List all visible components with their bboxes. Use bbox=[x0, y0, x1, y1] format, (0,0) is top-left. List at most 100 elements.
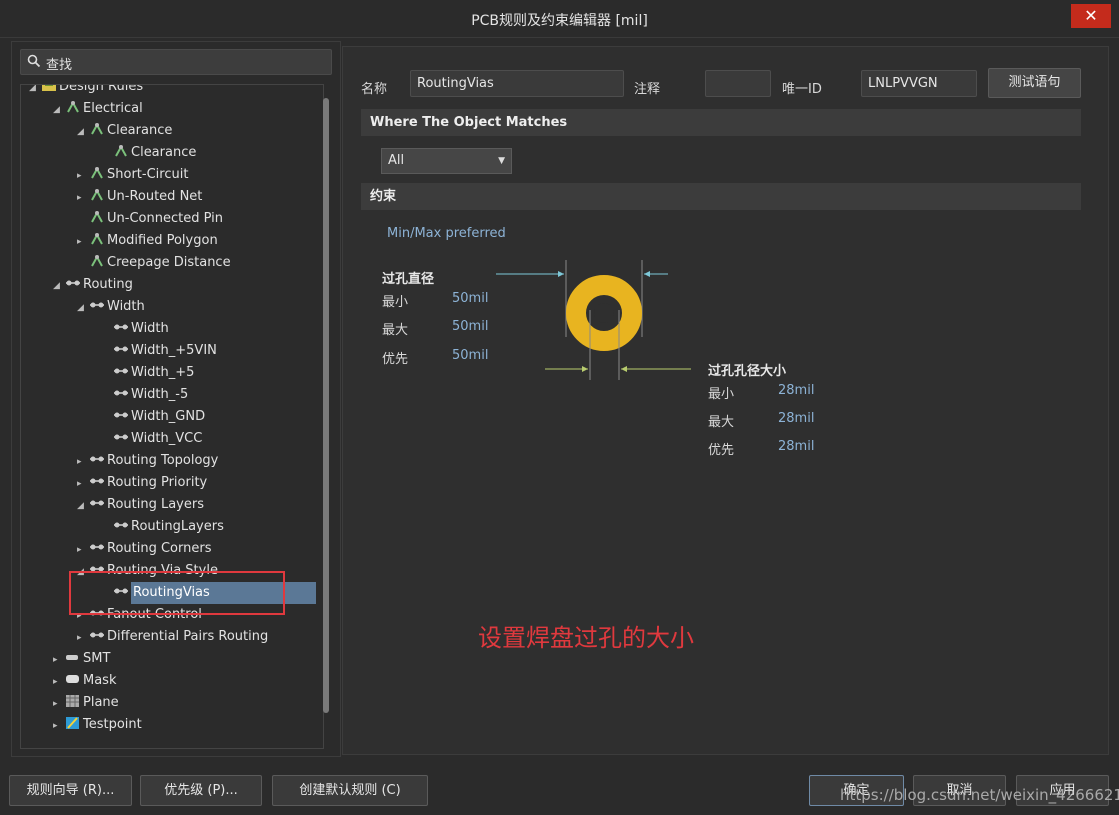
constraint-mode: Min/Max preferred bbox=[387, 226, 506, 241]
hole-size-min-value[interactable]: 28mil bbox=[778, 383, 814, 398]
tree-item[interactable]: ▸ Short-Circuit bbox=[21, 164, 188, 186]
tree-item-label: Electrical bbox=[83, 101, 143, 116]
rule-electrical-icon bbox=[89, 122, 105, 136]
rule-routing-icon bbox=[113, 518, 129, 532]
tree-item-label: Width_-5 bbox=[131, 387, 189, 402]
hole-size-max-value[interactable]: 28mil bbox=[778, 411, 814, 426]
close-button[interactable]: ✕ bbox=[1071, 4, 1111, 28]
rule-editor-panel: 名称 RoutingVias 注释 唯一ID LNLPVVGN 测试语句 Whe… bbox=[342, 46, 1109, 755]
tree-item[interactable]: ▸ Routing Priority bbox=[21, 472, 207, 494]
tree-item[interactable]: ▸ Un-Routed Net bbox=[21, 186, 202, 208]
tree-item[interactable]: ◢ Width bbox=[21, 296, 145, 318]
search-icon bbox=[27, 54, 41, 68]
tree-item-label: Width_GND bbox=[131, 409, 206, 424]
tree-scrollbar[interactable] bbox=[321, 86, 331, 747]
rule-electrical-icon bbox=[89, 232, 105, 246]
scope-dropdown[interactable]: All ▼ bbox=[381, 148, 512, 174]
rules-tree: ◢ Design Rules ◢ Electrical ◢ Clearance Cleara… bbox=[20, 84, 324, 749]
tree-item[interactable]: Width_GND bbox=[21, 406, 205, 428]
tree-item[interactable]: Width_-5 bbox=[21, 384, 188, 406]
via-diameter-pref-value[interactable]: 50mil bbox=[452, 348, 488, 363]
rule-wizard-button[interactable]: 规则向导 (R)... bbox=[9, 775, 132, 806]
tree-item[interactable]: RoutingLayers bbox=[21, 516, 224, 538]
constraint-header: 约束 bbox=[361, 183, 1081, 210]
collapse-triangle-icon[interactable]: ▸ bbox=[53, 715, 65, 737]
scrollbar-thumb[interactable] bbox=[323, 98, 329, 713]
tree-item[interactable]: ◢ Routing Layers bbox=[21, 494, 204, 516]
tree-item[interactable]: ◢ Routing bbox=[21, 274, 133, 296]
tree-item[interactable]: Un-Connected Pin bbox=[21, 208, 223, 230]
rule-electrical-icon bbox=[89, 188, 105, 202]
tree-item[interactable]: ▸ Routing Topology bbox=[21, 450, 218, 472]
tree-item[interactable]: Clearance bbox=[21, 142, 196, 164]
collapse-triangle-icon[interactable]: ▸ bbox=[77, 539, 89, 561]
tree-item-label: Routing Layers bbox=[107, 497, 204, 512]
tree-item[interactable]: ▸ Differential Pairs Routing bbox=[21, 626, 268, 648]
collapse-triangle-icon[interactable]: ▸ bbox=[53, 693, 65, 715]
tree-item[interactable]: ◢ Clearance bbox=[21, 120, 172, 142]
window-title: PCB规则及约束编辑器 [mil] bbox=[471, 13, 648, 29]
tree-item[interactable]: ▸ Modified Polygon bbox=[21, 230, 218, 252]
hole-size-title: 过孔孔径大小 bbox=[708, 364, 787, 379]
via-diameter-max-value[interactable]: 50mil bbox=[452, 319, 488, 334]
tree-item[interactable]: Width_+5VIN bbox=[21, 340, 217, 362]
expand-triangle-icon[interactable]: ◢ bbox=[53, 99, 65, 121]
rule-routing-icon bbox=[113, 342, 129, 356]
tree-item[interactable]: Creepage Distance bbox=[21, 252, 231, 274]
collapse-triangle-icon[interactable]: ▸ bbox=[77, 627, 89, 649]
tree-item[interactable]: ▸ Testpoint bbox=[21, 714, 142, 736]
via-diagram bbox=[496, 260, 691, 380]
tree-item[interactable]: ▸ Mask bbox=[21, 670, 116, 692]
rule-plane-icon bbox=[65, 694, 81, 708]
hole-size-pref-label: 优先 bbox=[708, 443, 735, 458]
collapse-triangle-icon[interactable]: ▸ bbox=[77, 473, 89, 495]
tree-item[interactable]: ▸ Plane bbox=[21, 692, 119, 714]
collapse-triangle-icon[interactable]: ▸ bbox=[53, 671, 65, 693]
comment-input[interactable] bbox=[705, 70, 771, 97]
priority-button[interactable]: 优先级 (P)... bbox=[140, 775, 262, 806]
tree-item[interactable]: Width_VCC bbox=[21, 428, 202, 450]
collapse-triangle-icon[interactable]: ▸ bbox=[77, 165, 89, 187]
tree-item-label: Width_+5 bbox=[131, 365, 195, 380]
collapse-triangle-icon[interactable]: ▸ bbox=[53, 649, 65, 671]
collapse-triangle-icon[interactable]: ▸ bbox=[77, 187, 89, 209]
collapse-triangle-icon[interactable]: ▸ bbox=[77, 231, 89, 253]
via-diameter-min-label: 最小 bbox=[382, 295, 409, 310]
tree-item-label: Width bbox=[131, 321, 169, 336]
highlight-box bbox=[69, 571, 285, 615]
tree-item-label: Design Rules bbox=[59, 84, 144, 94]
expand-triangle-icon[interactable]: ◢ bbox=[77, 297, 89, 319]
expand-triangle-icon[interactable]: ◢ bbox=[29, 85, 41, 99]
tree-item-label: Width bbox=[107, 299, 145, 314]
create-default-rules-button[interactable]: 创建默认规则 (C) bbox=[272, 775, 428, 806]
tree-item[interactable]: ▸ Routing Corners bbox=[21, 538, 211, 560]
tree-item-label: Clearance bbox=[107, 123, 173, 138]
tree-item-label: Modified Polygon bbox=[107, 233, 218, 248]
collapse-triangle-icon[interactable]: ▸ bbox=[77, 451, 89, 473]
rule-routing-icon bbox=[89, 540, 105, 554]
rule-electrical-icon bbox=[89, 254, 105, 268]
hole-size-pref-value[interactable]: 28mil bbox=[778, 439, 814, 454]
tree-item-label: Mask bbox=[83, 673, 117, 688]
via-diameter-min-value[interactable]: 50mil bbox=[452, 291, 488, 306]
tree-item-label: Routing Topology bbox=[107, 453, 219, 468]
rule-routing-icon bbox=[113, 408, 129, 422]
tree-item-label: Differential Pairs Routing bbox=[107, 629, 269, 644]
scope-value: All bbox=[388, 153, 405, 168]
tree-item-label: Width_VCC bbox=[131, 431, 203, 446]
expand-triangle-icon[interactable]: ◢ bbox=[77, 495, 89, 517]
tree-item[interactable]: ◢ Electrical bbox=[21, 98, 143, 120]
expand-triangle-icon[interactable]: ◢ bbox=[53, 275, 65, 297]
tree-item[interactable]: ▸ SMT bbox=[21, 648, 110, 670]
tree-item[interactable]: ◢ Design Rules bbox=[21, 84, 144, 99]
rule-smt-icon bbox=[65, 650, 81, 664]
search-box[interactable]: 查找 bbox=[20, 49, 332, 75]
uid-input[interactable]: LNLPVVGN bbox=[861, 70, 977, 97]
tree-item-label: Routing Corners bbox=[107, 541, 212, 556]
tree-item[interactable]: Width bbox=[21, 318, 169, 340]
test-query-button[interactable]: 测试语句 bbox=[988, 68, 1081, 98]
tree-item[interactable]: Width_+5 bbox=[21, 362, 194, 384]
expand-triangle-icon[interactable]: ◢ bbox=[77, 121, 89, 143]
tree-item-label: RoutingLayers bbox=[131, 519, 224, 534]
name-input[interactable]: RoutingVias bbox=[410, 70, 624, 97]
